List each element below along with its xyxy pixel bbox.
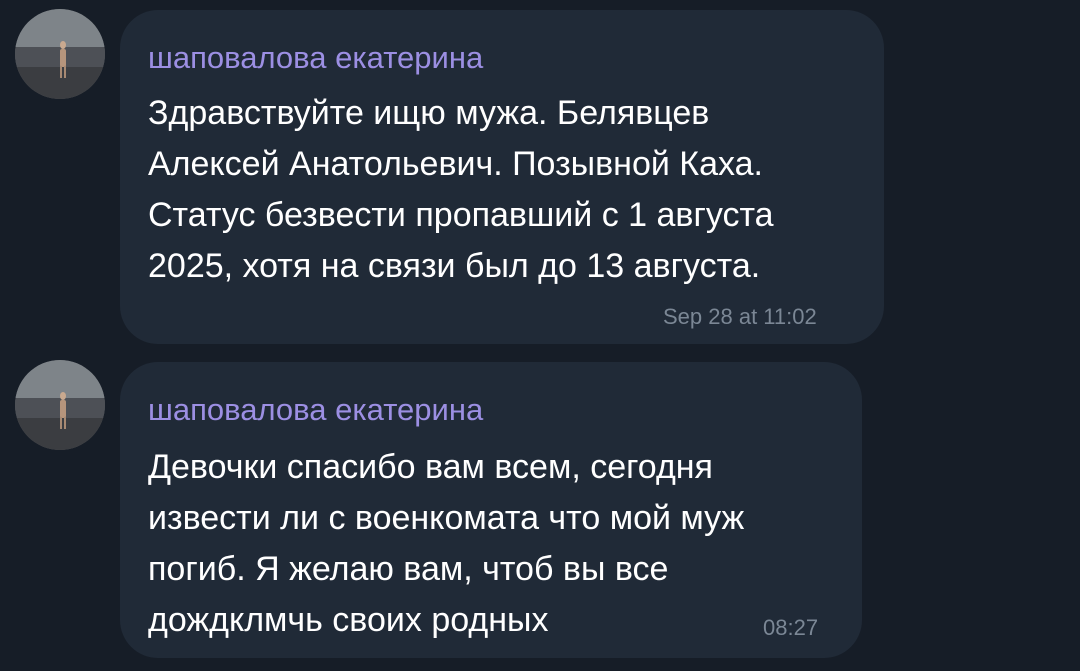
sender-name[interactable]: шаповалова екатерина (148, 40, 483, 76)
message-bubble[interactable]: шаповалова екатерина Девочки спасибо вам… (120, 362, 862, 658)
message-timestamp: Sep 28 at 11:02 (663, 304, 817, 329)
message-text: Девочки спасибо вам всем, сегодня извест… (148, 448, 745, 639)
message-bubble[interactable]: шаповалова екатерина Здравствуйте ищю му… (120, 10, 884, 344)
chat-view[interactable]: шаповалова екатерина Здравствуйте ищю му… (0, 0, 1080, 671)
avatar-photo-icon (15, 9, 105, 99)
message-text: Здравствуйте ищю мужа. Белявцев Алексей … (148, 94, 774, 285)
sender-avatar[interactable] (15, 9, 105, 99)
sender-avatar[interactable] (15, 360, 105, 450)
message-timestamp: 08:27 (763, 615, 819, 640)
sender-name[interactable]: шаповалова екатерина (148, 392, 483, 428)
avatar-photo-icon (15, 360, 105, 450)
message-row: шаповалова екатерина Здравствуйте ищю му… (0, 0, 1080, 350)
message-row: шаповалова екатерина Девочки спасибо вам… (0, 355, 1080, 671)
